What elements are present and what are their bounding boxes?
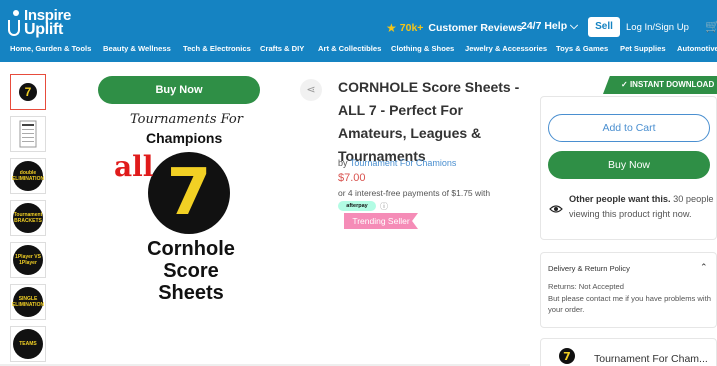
viewers-notice: Other people want this. 30 people viewin… [569,192,715,222]
logo-u-icon [8,20,20,36]
nav-item-toys[interactable]: Toys & Games [556,44,608,53]
thumbnail-label: double ELIMINATION [12,161,44,191]
thumbnail-seven-icon: 7 [19,83,37,101]
instant-download-badge: ✓ INSTANT DOWNLOAD [603,76,717,94]
image-text-cornhole: Cornhole Score Sheets [128,238,254,304]
score-sheet-icon [19,120,37,148]
nav-item-jewelry[interactable]: Jewelry & Accessories [465,44,547,53]
image-score-line: Score [163,260,219,282]
site-header: Inspire Uplift ★ 70k+ Customer Reviews 2… [0,0,717,62]
customer-reviews-link[interactable]: ★ 70k+ Customer Reviews [386,18,522,38]
help-dropdown[interactable]: 24/7 Help ⌵ [521,20,578,33]
product-price: $7.00 [338,172,366,184]
afterpay-logo: afterpay [338,201,376,211]
thumbnail-label: 1Player VS 1Player [13,245,43,275]
image-seven: 7 [166,156,212,230]
thumbnail-3[interactable]: double ELIMINATION [10,158,46,194]
cart-icon[interactable]: 🛒 [705,19,717,33]
category-nav: Home, Garden & Tools Beauty & Wellness T… [0,44,717,58]
reviews-count: 70k+ [399,22,424,34]
thumbnail-label: TEAMS [13,329,43,359]
image-sheets-line: Sheets [158,282,224,304]
thumbnail-4[interactable]: Tournament BRACKETS [10,200,46,236]
by-label: by [338,158,348,168]
image-cornhole-line: Cornhole [147,238,235,260]
seller-card-name[interactable]: Tournament For Cham... [594,353,708,365]
nav-item-beauty[interactable]: Beauty & Wellness [103,44,171,53]
nav-item-automotive[interactable]: Automotive [677,44,717,53]
trending-seller-badge: Trending Seller [344,213,418,229]
logo-dot-icon [13,10,19,16]
policy-text: Returns: Not Accepted But please contact… [548,281,716,316]
info-icon[interactable]: ⓘ [380,201,388,212]
thumbnail-7[interactable]: TEAMS [10,326,46,362]
check-icon: ✓ [621,80,628,89]
thumbnail-5[interactable]: 1Player VS 1Player [10,242,46,278]
eye-icon [549,205,563,213]
inspire-uplift-logo[interactable]: Inspire Uplift [8,6,82,40]
nav-item-clothing[interactable]: Clothing & Shoes [391,44,454,53]
share-icon[interactable]: ⋖ [300,79,322,101]
thumbnail-1[interactable]: 7 [10,74,46,110]
sell-button[interactable]: Sell [588,17,620,37]
thumbnail-label: SINGLE ELIMINATION [12,287,44,317]
star-icon: ★ [386,21,397,35]
image-text-tournaments: Tournaments For [130,112,243,127]
nav-item-pets[interactable]: Pet Supplies [620,44,666,53]
reviews-label: Customer Reviews [428,22,523,34]
instant-download-label: INSTANT DOWNLOAD [629,80,715,89]
image-text-champions: Champions [146,130,223,146]
nav-item-art[interactable]: Art & Collectibles [318,44,381,53]
thumbnail-label: Tournament BRACKETS [13,203,43,233]
nav-item-crafts[interactable]: Crafts & DIY [260,44,304,53]
seller-link[interactable]: Tournament For Chamions [350,158,457,168]
delivery-return-title[interactable]: Delivery & Return Policy [548,264,630,273]
seller-thumbnail-icon: 7 [556,344,578,366]
installments-text: or 4 interest-free payments of $1.75 wit… [338,188,491,198]
buy-now-button[interactable]: Buy Now [548,151,710,179]
nav-item-home-garden[interactable]: Home, Garden & Tools [10,44,91,53]
seller-byline: by Tournament For Chamions [338,158,456,168]
add-to-cart-button[interactable]: Add to Cart [548,114,710,142]
nav-item-tech[interactable]: Tech & Electronics [183,44,251,53]
chevron-up-icon[interactable]: ⌃ [700,262,708,273]
logo-text-line2: Uplift [24,21,64,38]
returns-text: Returns: Not Accepted [548,282,624,291]
login-signup-link[interactable]: Log In/Sign Up [626,22,689,33]
thumbnail-2[interactable] [10,116,46,152]
product-title: CORNHOLE Score Sheets - ALL 7 - Perfect … [338,79,520,164]
contact-text: But please contact me if you have proble… [548,293,711,315]
viewers-notice-bold: Other people want this. [569,194,671,204]
image-buy-now-button[interactable]: Buy Now [98,76,260,104]
thumbnail-6[interactable]: SINGLE ELIMINATION [10,284,46,320]
svg-text:7: 7 [563,350,571,363]
